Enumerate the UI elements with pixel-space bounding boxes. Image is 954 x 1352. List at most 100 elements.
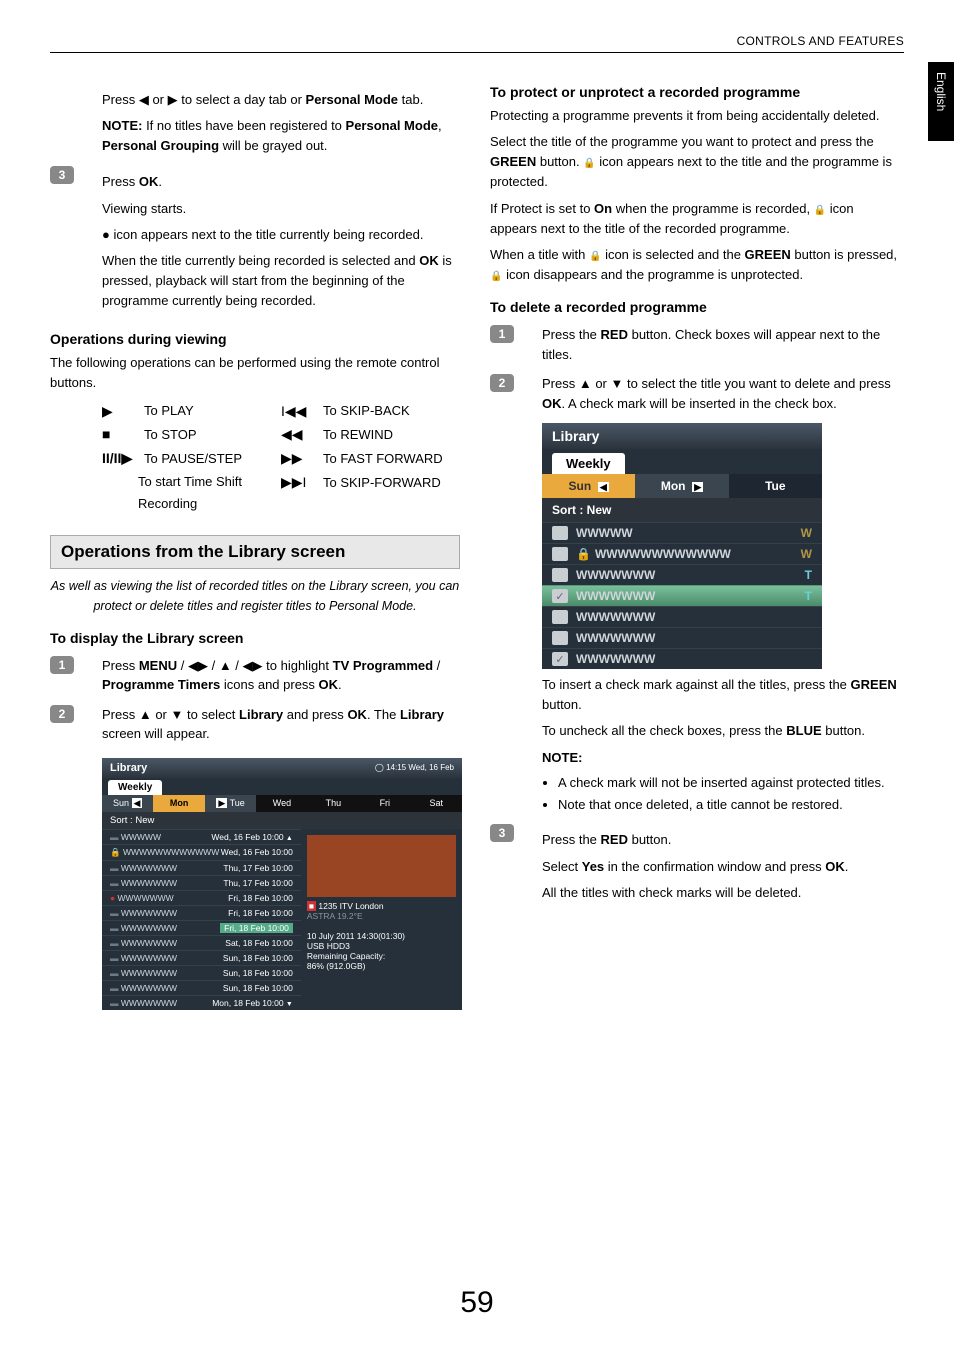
del-step-1: 1 Press the RED button. Check boxes will… bbox=[490, 325, 900, 364]
del-step-3: 3 Press the RED button. Select Yes in th… bbox=[490, 824, 900, 908]
sort-label: Sort : New bbox=[102, 812, 462, 829]
step-badge-1: 1 bbox=[50, 656, 74, 674]
ctl-pause: II/II▶To PAUSE/STEP bbox=[102, 447, 281, 471]
day-tab-bar: Sun ◀Mon ▶Tue bbox=[542, 474, 822, 498]
library-sidepanel: ■ 1235 ITV London ASTRA 19.2°E 10 July 2… bbox=[301, 829, 462, 1010]
protect-p3: If Protect is set to On when the program… bbox=[490, 199, 900, 239]
operations-intro: The following operations can be performe… bbox=[50, 353, 460, 393]
library-screenshot-full: Library◯ 14:15 Wed, 16 Feb Weekly Sun ◀M… bbox=[102, 758, 460, 1010]
day-tab: Tue bbox=[729, 474, 822, 498]
right-column: To protect or unprotect a recorded progr… bbox=[490, 84, 900, 909]
library-screenshot-cropped: Library Weekly Sun ◀Mon ▶Tue Sort : New … bbox=[542, 423, 822, 669]
list-item: ▬ WWWWWWWMon, 18 Feb 10:00 ▼ bbox=[102, 995, 301, 1010]
list-item: WWWWWWW bbox=[542, 606, 822, 627]
lib-step-2: 2 Press ▲ or ▼ to select Library and pre… bbox=[50, 705, 460, 744]
day-tab-bar: Sun ◀Mon▶ TueWedThuFriSat bbox=[102, 795, 462, 812]
skip-back-icon: I◀◀ bbox=[281, 400, 323, 424]
step-3: 3 Press OK. Viewing starts. ● icon appea… bbox=[50, 166, 460, 317]
remote-controls-grid: ▶To PLAY ■To STOP II/II▶To PAUSE/STEP To… bbox=[102, 400, 460, 516]
day-tab: Sun ◀ bbox=[542, 474, 635, 498]
lib-step-2-text: Press ▲ or ▼ to select Library and press… bbox=[102, 705, 460, 744]
ctl-timeshift: To start Time Shift Recording bbox=[102, 471, 281, 515]
delete-heading: To delete a recorded programme bbox=[490, 299, 900, 315]
ctl-skip-forward: ▶▶ITo SKIP-FORWARD bbox=[281, 471, 460, 495]
protect-p1: Protecting a programme prevents it from … bbox=[490, 106, 900, 126]
day-tab: Fri bbox=[359, 795, 410, 812]
protect-p2: Select the title of the programme you wa… bbox=[490, 132, 900, 192]
note-personal-mode: NOTE: If no titles have been registered … bbox=[102, 116, 460, 156]
step-badge-2: 2 bbox=[50, 705, 74, 723]
section-library-intro: As well as viewing the list of recorded … bbox=[50, 577, 460, 616]
day-tab: Mon ▶ bbox=[635, 474, 728, 498]
thumbnail bbox=[307, 835, 456, 897]
list-item: ▬ WWWWWWWSun, 18 Feb 10:00 bbox=[102, 965, 301, 980]
list-item: ● WWWWWWWFri, 18 Feb 10:00 bbox=[102, 890, 301, 905]
page-header: CONTROLS AND FEATURES bbox=[737, 34, 904, 48]
list-item: ▬ WWWWWWWFri, 18 Feb 10:00 bbox=[102, 905, 301, 920]
page-number: 59 bbox=[0, 1286, 954, 1320]
del-step-2-text: Press ▲ or ▼ to select the title you wan… bbox=[542, 374, 900, 413]
list-item: WWWWWWWT bbox=[542, 564, 822, 585]
day-tab: Mon bbox=[153, 795, 204, 812]
section-library-operations: Operations from the Library screen bbox=[50, 535, 460, 569]
protect-heading: To protect or unprotect a recorded progr… bbox=[490, 84, 900, 100]
dot-icon: ● bbox=[102, 227, 110, 242]
step-badge-3: 3 bbox=[490, 824, 514, 842]
list-item: WWWWWWW bbox=[542, 627, 822, 648]
pause-step-icon: II/II▶ bbox=[102, 447, 144, 471]
lock-icon: 🔒 bbox=[490, 271, 502, 282]
list-item: ✓WWWWWWW bbox=[542, 648, 822, 669]
note-item: A check mark will not be inserted agains… bbox=[558, 774, 900, 793]
sort-label: Sort : New bbox=[542, 498, 822, 522]
lock-icon: 🔒 bbox=[589, 251, 601, 262]
left-arrow-icon: ◀ bbox=[139, 92, 149, 107]
left-column: Press ◀ or ▶ to select a day tab or Pers… bbox=[50, 84, 460, 1010]
right-arrow-icon: ▶ bbox=[168, 92, 178, 107]
del-step-2: 2 Press ▲ or ▼ to select the title you w… bbox=[490, 374, 900, 413]
list-item: ▬ WWWWWWWSun, 18 Feb 10:00 bbox=[102, 980, 301, 995]
record-icon-note: ● icon appears next to the title current… bbox=[102, 225, 460, 245]
step-3-text: Press OK. bbox=[102, 172, 460, 192]
day-tab: Sat bbox=[411, 795, 462, 812]
ctl-stop: ■To STOP bbox=[102, 423, 281, 447]
list-item: WWWWWW bbox=[542, 522, 822, 543]
list-item: ▬ WWWWWWWSat, 18 Feb 10:00 bbox=[102, 935, 301, 950]
language-tab: English bbox=[928, 62, 954, 141]
note-item: Note that once deleted, a title cannot b… bbox=[558, 796, 900, 815]
lock-icon: 🔒 bbox=[814, 205, 826, 216]
list-item: ▬ WWWWWWWThu, 17 Feb 10:00 bbox=[102, 860, 301, 875]
library-list: WWWWWW🔒WWWWWWWWWWWWWWWWWWWWT✓WWWWWWWTWWW… bbox=[542, 522, 822, 669]
note-heading: NOTE: bbox=[542, 748, 900, 768]
list-item: ▬ WWWWWWed, 16 Feb 10:00 ▲ bbox=[102, 829, 301, 844]
note-list: A check mark will not be inserted agains… bbox=[542, 774, 900, 815]
rewind-icon: ◀◀ bbox=[281, 423, 323, 447]
library-list: ▬ WWWWWWed, 16 Feb 10:00 ▲🔒 WWWWWWWWWWWW… bbox=[102, 829, 301, 1010]
viewing-starts: Viewing starts. bbox=[102, 199, 460, 219]
del-step-3-text: Press the RED button. bbox=[542, 830, 900, 850]
list-item: ▬ WWWWWWWFri, 18 Feb 10:00 bbox=[102, 920, 301, 935]
step-badge-3: 3 bbox=[50, 166, 74, 184]
record-ok-note: When the title currently being recorded … bbox=[102, 251, 460, 311]
day-tab: Sun ◀ bbox=[102, 795, 153, 812]
header-rule bbox=[50, 52, 904, 53]
list-item: 🔒WWWWWWWWWWWWW bbox=[542, 543, 822, 564]
list-item: ▬ WWWWWWWThu, 17 Feb 10:00 bbox=[102, 875, 301, 890]
play-icon: ▶ bbox=[102, 400, 144, 424]
ctl-play: ▶To PLAY bbox=[102, 400, 281, 424]
list-item: ✓WWWWWWWT bbox=[542, 585, 822, 606]
day-tab: ▶ Tue bbox=[205, 795, 256, 812]
weekly-tab: Weekly bbox=[552, 453, 625, 474]
display-library-heading: To display the Library screen bbox=[50, 630, 460, 646]
protect-p4: When a title with 🔒 icon is selected and… bbox=[490, 245, 900, 285]
fast-forward-icon: ▶▶ bbox=[281, 447, 323, 471]
operations-during-viewing-heading: Operations during viewing bbox=[50, 331, 460, 347]
weekly-tab: Weekly bbox=[108, 780, 162, 795]
lock-icon: 🔒 bbox=[583, 158, 595, 169]
day-tab: Wed bbox=[256, 795, 307, 812]
select-day-tab-text: Press ◀ or ▶ to select a day tab or Pers… bbox=[102, 90, 460, 110]
list-item: ▬ WWWWWWWSun, 18 Feb 10:00 bbox=[102, 950, 301, 965]
insert-all-checks: To insert a check mark against all the t… bbox=[542, 675, 900, 715]
del-step-3-confirm: Select Yes in the confirmation window an… bbox=[542, 857, 900, 877]
uncheck-all: To uncheck all the check boxes, press th… bbox=[542, 721, 900, 741]
list-item: 🔒 WWWWWWWWWWWWWed, 16 Feb 10:00 bbox=[102, 844, 301, 860]
